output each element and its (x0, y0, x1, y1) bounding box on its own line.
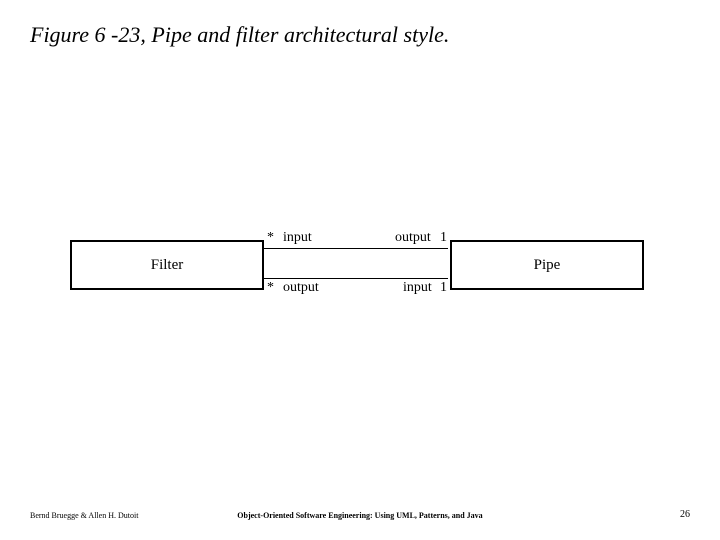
class-filter: Filter (70, 240, 264, 290)
assoc-bottom-line (262, 278, 448, 279)
assoc-bottom-right-mult: 1 (440, 280, 447, 296)
footer-book: Object-Oriented Software Engineering: Us… (0, 511, 720, 520)
class-pipe-label: Pipe (534, 257, 561, 274)
assoc-top-right-role: output (395, 230, 431, 246)
assoc-top-right-mult: 1 (440, 230, 447, 246)
assoc-top-line (262, 248, 448, 249)
class-pipe: Pipe (450, 240, 644, 290)
assoc-bottom-right-role: input (403, 280, 432, 296)
assoc-bottom-left-mult: * (267, 280, 274, 296)
class-filter-label: Filter (151, 257, 184, 274)
assoc-bottom-left-role: output (283, 280, 319, 296)
assoc-top-left-role: input (283, 230, 312, 246)
assoc-top-left-mult: * (267, 230, 274, 246)
figure-title: Figure 6 -23, Pipe and filter architectu… (30, 22, 449, 48)
footer-page: 26 (680, 509, 690, 520)
